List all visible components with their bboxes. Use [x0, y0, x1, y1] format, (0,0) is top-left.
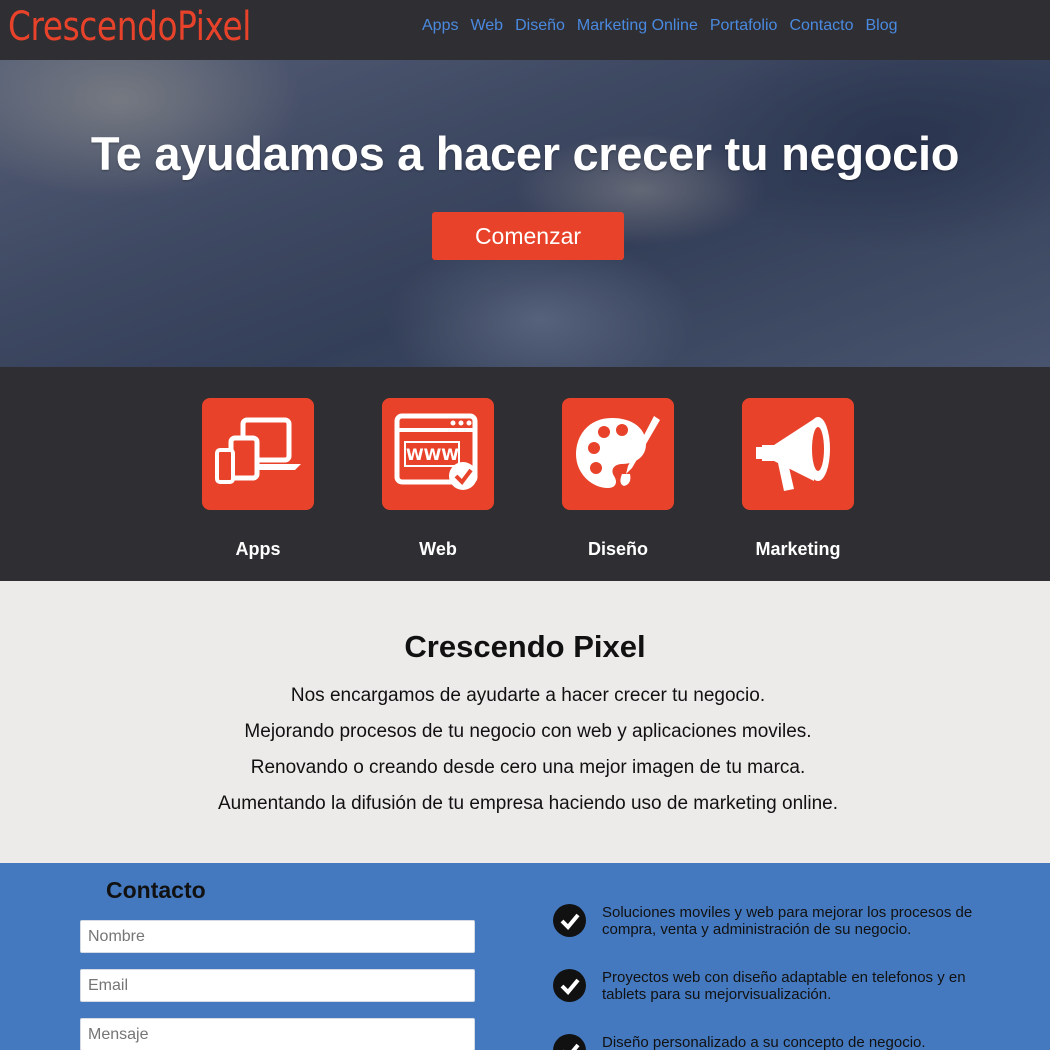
service-label: Diseño — [587, 539, 648, 559]
feature-text: Proyectos web con diseño adaptable en te… — [602, 969, 966, 1003]
nav-link-marketing-online[interactable]: Marketing Online — [577, 15, 698, 37]
services-section: Apps WWW Web Diseño Marketing — [0, 367, 1050, 581]
megaphone-icon — [742, 398, 854, 510]
about-line: Renovando o creando desde cero una mejor… — [250, 757, 806, 778]
devices-icon — [202, 398, 314, 510]
name-field[interactable] — [80, 920, 475, 953]
nav-link-web[interactable]: Web — [470, 15, 503, 37]
site-header: CrescendoPixel Apps Web Diseño Marketing… — [0, 0, 1050, 60]
nav-link-portafolio[interactable]: Portafolio — [710, 15, 778, 37]
contact-title: Contacto — [106, 877, 206, 903]
about-line: Aumentando la difusión de tu empresa hac… — [217, 793, 838, 814]
nav-link-blog[interactable]: Blog — [865, 15, 897, 37]
feature-text: Diseño personalizado a su concepto de ne… — [602, 1034, 926, 1050]
check-circle-icon — [553, 904, 586, 937]
email-field[interactable] — [80, 969, 475, 1002]
service-label: Apps — [235, 539, 281, 559]
about-line: Mejorando procesos de tu negocio con web… — [244, 721, 812, 742]
message-field[interactable] — [80, 1018, 475, 1050]
service-web[interactable]: WWW Web — [382, 398, 494, 559]
about-title: Crescendo Pixel — [404, 629, 646, 664]
about-line: Nos encargamos de ayudarte a hacer crece… — [290, 685, 766, 706]
main-nav: Apps Web Diseño Marketing Online Portafo… — [416, 15, 904, 37]
hero-title: Te ayudamos a hacer crecer tu negocio — [90, 127, 960, 180]
start-button[interactable]: Comenzar — [432, 212, 624, 260]
feature-text: Soluciones moviles y web para mejorar lo… — [602, 904, 973, 938]
hero-banner: Te ayudamos a hacer crecer tu negocio Co… — [0, 60, 1050, 367]
service-marketing[interactable]: Marketing — [742, 398, 854, 559]
www-browser-icon: WWW — [382, 398, 494, 510]
svg-text:WWW: WWW — [406, 445, 459, 464]
check-circle-icon — [553, 1034, 586, 1050]
nav-link-contacto[interactable]: Contacto — [789, 15, 853, 37]
palette-icon — [562, 398, 674, 510]
about-section: Crescendo Pixel Nos encargamos de ayudar… — [0, 581, 1050, 863]
check-circle-icon — [553, 969, 586, 1002]
nav-link-apps[interactable]: Apps — [422, 15, 458, 37]
nav-link-diseno[interactable]: Diseño — [515, 15, 565, 37]
service-label: Web — [419, 539, 457, 559]
service-label: Marketing — [755, 539, 841, 559]
logo[interactable]: CrescendoPixel — [8, 2, 251, 52]
service-apps[interactable]: Apps — [202, 398, 314, 559]
contact-section: Contacto Soluciones moviles y web para m… — [0, 863, 1050, 1050]
service-diseno[interactable]: Diseño — [562, 398, 674, 559]
